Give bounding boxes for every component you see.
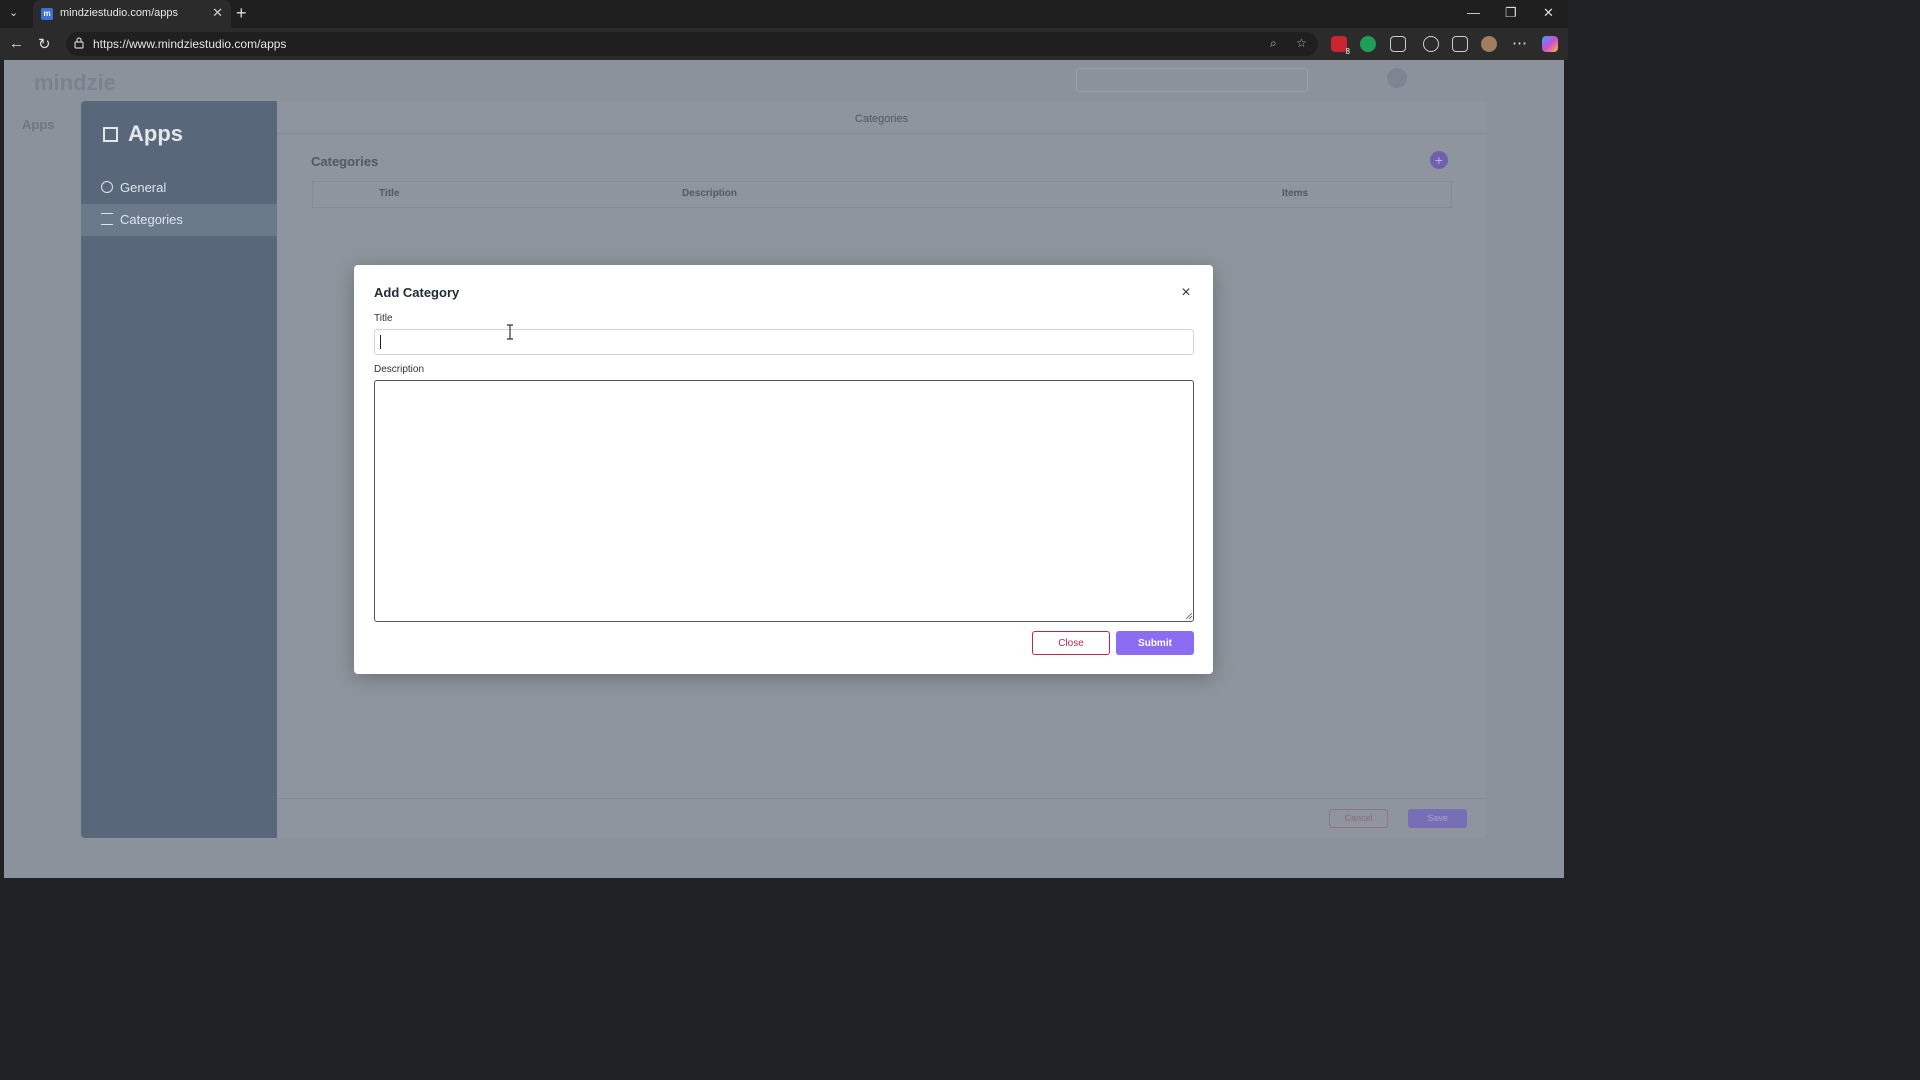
collections-icon[interactable] (1452, 36, 1468, 52)
url-text: https://www.mindziestudio.com/apps (93, 37, 287, 51)
lock-icon (74, 37, 84, 49)
new-tab-icon[interactable]: + (236, 3, 247, 24)
site-favicon-icon: m (41, 8, 53, 20)
sliders-icon (101, 213, 113, 225)
settings-sidebar: Apps General Categories (81, 101, 277, 838)
grammarly-icon[interactable] (1360, 36, 1376, 52)
divider (277, 798, 1486, 799)
profile-avatar[interactable] (1481, 36, 1497, 52)
extension-calendar-icon[interactable]: 8 (1331, 36, 1350, 56)
app-header: mindzie (4, 60, 1564, 100)
text-caret (380, 335, 381, 349)
reload-icon[interactable]: ↻ (38, 35, 51, 53)
title-label: Title (374, 313, 393, 324)
submit-button[interactable]: Submit (1116, 631, 1194, 655)
apps-grid-icon (103, 127, 118, 142)
sidebar-item-general[interactable]: General (81, 172, 277, 204)
copilot-icon[interactable] (1542, 36, 1558, 52)
divider (277, 133, 1486, 134)
add-category-dialog: Add Category × Title Description Close S… (354, 265, 1213, 674)
sidebar-item-label: General (120, 180, 167, 195)
add-category-button[interactable]: + (1430, 151, 1448, 169)
description-textarea[interactable] (374, 380, 1194, 622)
cancel-button[interactable]: Cancel (1329, 809, 1388, 828)
info-icon (101, 181, 113, 193)
dialog-title: Add Category (374, 285, 460, 300)
more-menu-icon[interactable]: ⋯ (1512, 34, 1527, 52)
sidebar-item-label: Categories (120, 212, 183, 227)
favorite-star-icon[interactable]: ☆ (1296, 36, 1307, 50)
restore-icon[interactable]: ❐ (1505, 5, 1517, 21)
browser-tab-bar: ⌄ m mindziestudio.com/apps ✕ + — ❐ ✕ (0, 0, 1568, 28)
save-button[interactable]: Save (1408, 809, 1467, 828)
tab-close-icon[interactable]: ✕ (212, 5, 223, 21)
header-search-input[interactable] (1076, 68, 1308, 92)
breadcrumb: Apps (22, 117, 55, 132)
column-header-description: Description (682, 188, 738, 199)
browser-tab[interactable]: m mindziestudio.com/apps ✕ (33, 0, 231, 28)
address-bar[interactable]: https://www.mindziestudio.com/apps ⌕ ☆ (66, 32, 1318, 56)
address-toolbar: ← ↻ https://www.mindziestudio.com/apps ⌕… (0, 28, 1568, 60)
extension-badge: 8 (1345, 47, 1350, 56)
sidebar-item-categories[interactable]: Categories (81, 204, 277, 236)
extensions-puzzle-icon[interactable] (1390, 36, 1406, 52)
section-title: Categories (311, 154, 379, 169)
page-title: Categories (854, 113, 909, 125)
user-avatar[interactable] (1387, 68, 1407, 88)
close-icon[interactable]: × (1177, 284, 1195, 302)
sidebar-heading: Apps (103, 121, 183, 147)
column-header-items: Items (1282, 188, 1309, 199)
close-button[interactable]: Close (1032, 631, 1110, 655)
minimize-icon[interactable]: — (1467, 5, 1480, 20)
tab-list-chevron-icon[interactable]: ⌄ (9, 6, 18, 19)
text-cursor-icon (507, 324, 513, 340)
app-logo: mindzie (34, 70, 116, 95)
description-label: Description (374, 364, 425, 375)
tab-title: mindziestudio.com/apps (60, 7, 179, 19)
resize-handle-icon[interactable] (1185, 612, 1193, 620)
title-input[interactable] (374, 329, 1194, 355)
back-icon[interactable]: ← (9, 35, 24, 52)
browser-essentials-icon[interactable] (1423, 36, 1439, 52)
zoom-icon[interactable]: ⌕ (1270, 36, 1277, 51)
categories-table-header: Title Description Items (312, 181, 1452, 208)
window-close-icon[interactable]: ✕ (1543, 5, 1554, 21)
column-header-title: Title (379, 188, 400, 199)
